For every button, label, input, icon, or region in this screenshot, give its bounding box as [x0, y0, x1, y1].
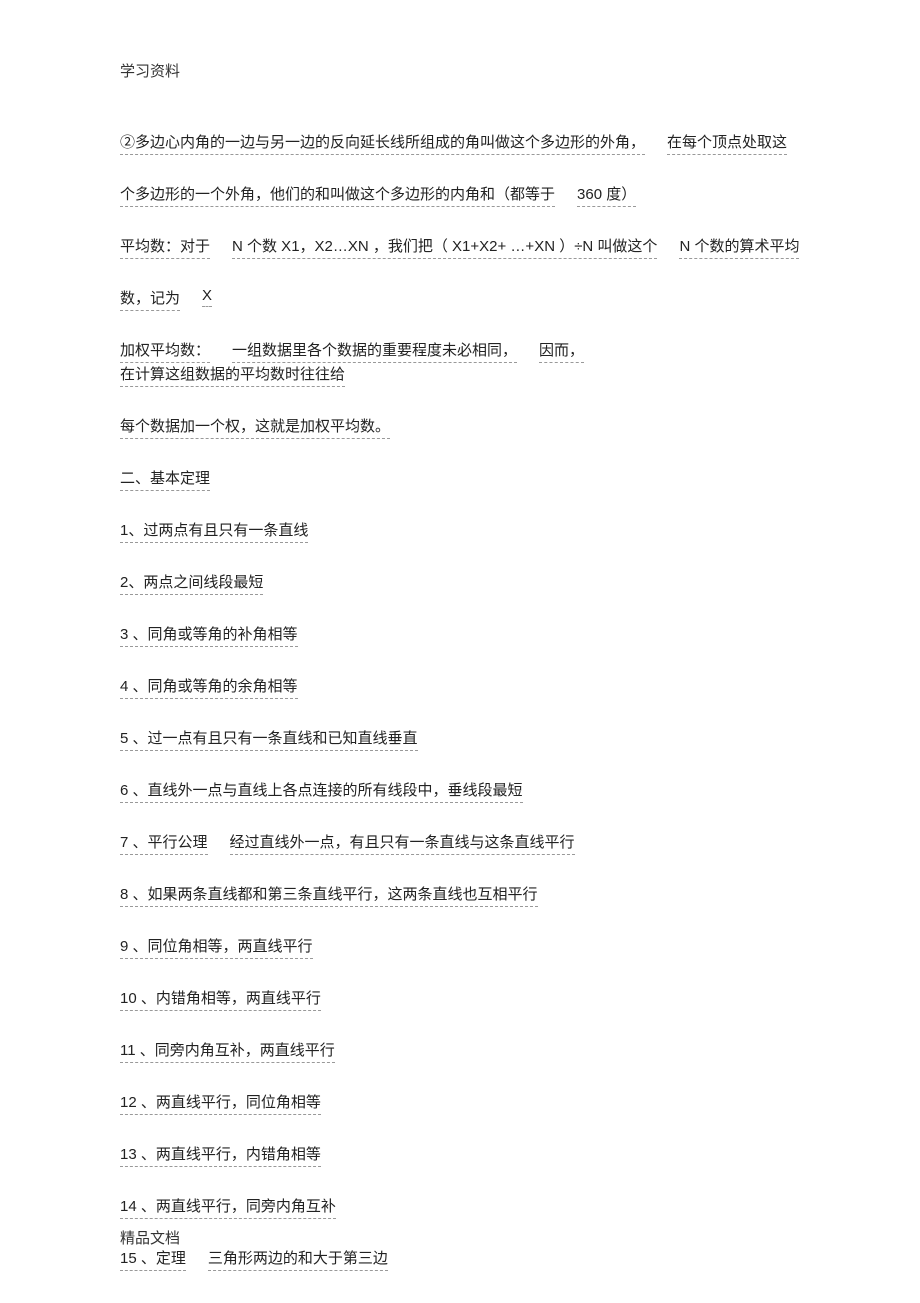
paragraph-line: 平均数：对于 N 个数 X1，X2…XN ，我们把（ X1+X2+ …+XN ）…	[120, 235, 800, 259]
text-segment: 9 、同位角相等，两直线平行	[120, 935, 313, 959]
paragraph-line: ②多边心内角的一边与另一边的反向延长线所组成的角叫做这个多边形的外角， 在每个顶…	[120, 131, 800, 155]
text-segment: 个多边形的一个外角，他们的和叫做这个多边形的内角和（都等于	[120, 183, 555, 207]
page-header: 学习资料	[120, 60, 800, 81]
theorem-item: 12 、两直线平行，同位角相等	[120, 1091, 800, 1115]
text-segment: 因而，	[539, 339, 584, 363]
theorem-item: 9 、同位角相等，两直线平行	[120, 935, 800, 959]
text-segment: 11 、同旁内角互补，两直线平行	[120, 1039, 335, 1063]
text-segment: 3 、同角或等角的补角相等	[120, 623, 298, 647]
text-segment: 三角形两边的和大于第三边	[208, 1247, 388, 1271]
text-segment: N 个数的算术平均	[679, 235, 799, 259]
text-segment: 二、基本定理	[120, 467, 210, 491]
theorem-item: 13 、两直线平行，内错角相等	[120, 1143, 800, 1167]
text-segment: 8 、如果两条直线都和第三条直线平行，这两条直线也互相平行	[120, 883, 538, 907]
text-segment: 一组数据里各个数据的重要程度未必相同，	[232, 339, 517, 363]
theorem-item: 10 、内错角相等，两直线平行	[120, 987, 800, 1011]
text-segment: 数，记为	[120, 287, 180, 311]
text-segment: 平均数：对于	[120, 235, 210, 259]
text-segment: 在每个顶点处取这	[667, 131, 787, 155]
text-segment: 15 、定理	[120, 1247, 186, 1271]
document-page: 学习资料 ②多边心内角的一边与另一边的反向延长线所组成的角叫做这个多边形的外角，…	[0, 0, 920, 1303]
theorem-item: 4 、同角或等角的余角相等	[120, 675, 800, 699]
text-segment: 12 、两直线平行，同位角相等	[120, 1091, 321, 1115]
text-segment: 13 、两直线平行，内错角相等	[120, 1143, 321, 1167]
text-segment: N 个数 X1，X2…XN ，我们把（ X1+X2+ …+XN ）÷N 叫做这个	[232, 235, 657, 259]
text-segment: 2、两点之间线段最短	[120, 571, 263, 595]
page-footer: 精品文档	[120, 1227, 180, 1248]
theorem-item: 14 、两直线平行，同旁内角互补	[120, 1195, 800, 1219]
text-segment: 7 、平行公理	[120, 831, 208, 855]
paragraph-line: 每个数据加一个权，这就是加权平均数。	[120, 415, 800, 439]
theorem-item: 11 、同旁内角互补，两直线平行	[120, 1039, 800, 1063]
text-segment: 经过直线外一点，有且只有一条直线与这条直线平行	[230, 831, 575, 855]
text-segment: 在计算这组数据的平均数时往往给	[120, 363, 345, 387]
text-segment: 6 、直线外一点与直线上各点连接的所有线段中，垂线段最短	[120, 779, 523, 803]
theorem-item: 2、两点之间线段最短	[120, 571, 800, 595]
theorem-item: 15 、定理 三角形两边的和大于第三边	[120, 1247, 800, 1271]
text-segment: ②多边心内角的一边与另一边的反向延长线所组成的角叫做这个多边形的外角，	[120, 131, 645, 155]
theorem-item: 6 、直线外一点与直线上各点连接的所有线段中，垂线段最短	[120, 779, 800, 803]
text-segment: 每个数据加一个权，这就是加权平均数。	[120, 415, 390, 439]
theorem-item: 1、过两点有且只有一条直线	[120, 519, 800, 543]
text-segment: 5 、过一点有且只有一条直线和已知直线垂直	[120, 727, 418, 751]
paragraph-line: 个多边形的一个外角，他们的和叫做这个多边形的内角和（都等于 360 度）	[120, 183, 800, 207]
text-segment: X	[202, 287, 212, 307]
text-segment: 1、过两点有且只有一条直线	[120, 519, 308, 543]
text-segment: 10 、内错角相等，两直线平行	[120, 987, 321, 1011]
section-heading: 二、基本定理	[120, 467, 800, 491]
theorem-item: 5 、过一点有且只有一条直线和已知直线垂直	[120, 727, 800, 751]
text-segment: 4 、同角或等角的余角相等	[120, 675, 298, 699]
text-segment: 360 度）	[577, 183, 636, 207]
theorem-item: 8 、如果两条直线都和第三条直线平行，这两条直线也互相平行	[120, 883, 800, 907]
text-segment: 14 、两直线平行，同旁内角互补	[120, 1195, 336, 1219]
paragraph-line: 加权平均数： 一组数据里各个数据的重要程度未必相同， 因而， 在计算这组数据的平…	[120, 339, 800, 387]
theorem-item: 3 、同角或等角的补角相等	[120, 623, 800, 647]
text-segment: 加权平均数：	[120, 339, 210, 363]
theorem-item: 7 、平行公理 经过直线外一点，有且只有一条直线与这条直线平行	[120, 831, 800, 855]
paragraph-line: 数，记为 X	[120, 287, 800, 311]
